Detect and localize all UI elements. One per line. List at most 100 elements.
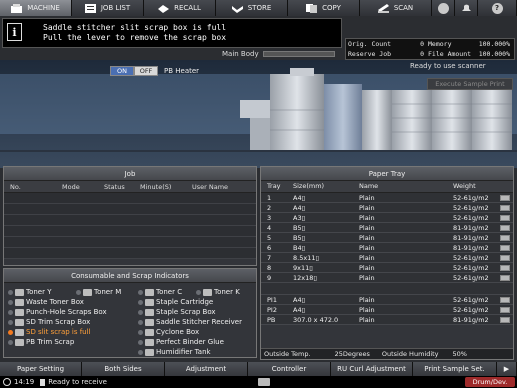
paper-level-icon [500, 195, 510, 201]
tab-recall-label: RECALL [174, 4, 201, 12]
paper-setting-button[interactable]: Paper Setting [0, 362, 82, 376]
job-row[interactable] [4, 237, 256, 248]
job-row[interactable] [4, 204, 256, 215]
tray-size: 8.5x11▯ [293, 254, 320, 262]
status-text: Ready to receive [48, 378, 107, 386]
trim-icon [15, 318, 24, 326]
punch-scraps-indicator: Punch-Hole Scraps Box [8, 308, 107, 316]
tab-copy[interactable]: COPY [288, 0, 360, 16]
paper-level-icon [500, 235, 510, 241]
notification-button[interactable] [455, 0, 478, 16]
tab-job-list[interactable]: JOB LIST [72, 0, 144, 16]
tray-row[interactable]: 8 9x11▯ Plain 52-61g/m2 [261, 263, 513, 273]
drum-dev-warning[interactable]: Drum/Dev. [465, 377, 515, 387]
tray-row[interactable]: 1 A4▯ Plain 52-61g/m2 [261, 193, 513, 203]
tray-row[interactable]: 4 B5▯ Plain 81-91g/m2 [261, 223, 513, 233]
tray-paper-name: Plain [359, 306, 375, 314]
tab-job-list-label: JOB LIST [100, 4, 131, 12]
controller-button[interactable]: Controller [248, 362, 331, 376]
tray-size: A3▯ [293, 214, 306, 222]
tray-row[interactable]: 9 12x18▯ Plain 52-61g/m2 [261, 273, 513, 283]
outside-temp-value: 25Degrees [334, 350, 370, 358]
tray-weight: 52-61g/m2 [453, 306, 489, 314]
consumables-panel-title: Consumable and Scrap Indicators [4, 269, 256, 283]
tray-paper-name: Plain [359, 214, 375, 222]
pb-trim-label: PB Trim Scrap [26, 338, 75, 346]
staple-scrap-icon [145, 308, 154, 316]
help-button[interactable]: ? [478, 0, 517, 16]
keyboard-icon[interactable] [258, 378, 270, 386]
toner-icon [145, 288, 154, 296]
tray-paper-name: Plain [359, 254, 375, 262]
outside-humidity-label: Outside Humidity [381, 350, 439, 358]
tab-machine-label: MACHINE [27, 4, 60, 12]
job-panel-title: Job [4, 167, 256, 181]
status-bar: 14:19 Ready to receive Drum/Dev. [0, 376, 517, 388]
staple-scrap-label: Staple Scrap Box [156, 308, 216, 316]
list-icon [84, 3, 96, 13]
status-time: 14:19 [14, 378, 35, 386]
execute-sample-print-button[interactable]: Execute Sample Print [427, 78, 513, 90]
tab-machine[interactable]: MACHINE [0, 0, 72, 16]
job-row[interactable] [4, 248, 256, 259]
tray-row[interactable]: 7 8.5x11▯ Plain 52-61g/m2 [261, 253, 513, 263]
tab-store[interactable]: STORE [216, 0, 288, 16]
tray-row[interactable]: 3 A3▯ Plain 52-61g/m2 [261, 213, 513, 223]
next-page-button[interactable]: ▶ [497, 362, 517, 376]
main-body-bar [262, 51, 335, 57]
tray-row[interactable]: PI2 A4▯ Plain 52-61g/m2 [261, 305, 513, 315]
humidifier-label: Humidifier Tank [156, 348, 211, 356]
tray-row[interactable]: 6 B4▯ Plain 81-91g/m2 [261, 243, 513, 253]
tray-size: 307.0 x 472.0 [293, 316, 339, 324]
tray-paper-name: Plain [359, 274, 375, 282]
tray-size: 9x11▯ [293, 264, 313, 272]
adjustment-button[interactable]: Adjustment [165, 362, 248, 376]
job-row[interactable] [4, 193, 256, 204]
orig-count-value: 0 [420, 40, 424, 48]
tray-size: A4▯ [293, 296, 306, 304]
cyclone-box-indicator: Cyclone Box [138, 328, 199, 336]
tray-number: 5 [267, 234, 272, 242]
tray-separator [261, 283, 513, 295]
heater-off-button[interactable]: OFF [134, 66, 158, 76]
outside-temp-label: Outside Temp. [264, 350, 311, 358]
paper-level-icon [500, 225, 510, 231]
waste-toner-icon [15, 298, 24, 306]
binder-glue-indicator: Perfect Binder Glue [138, 338, 224, 346]
sd-trim-indicator: SD Trim Scrap Box [8, 318, 90, 326]
tray-row[interactable]: PI1 A4▯ Plain 52-61g/m2 [261, 295, 513, 305]
sd-slit-scrap-label: SD slit scrap is full [26, 328, 91, 336]
job-col-mode: Mode [62, 182, 80, 191]
toner-k-indicator: Toner K [196, 288, 240, 296]
tray-weight: 81-91g/m2 [453, 244, 489, 252]
tray-weight: 52-61g/m2 [453, 194, 489, 202]
both-sides-button[interactable]: Both Sides [82, 362, 165, 376]
tray-number: PI1 [267, 296, 277, 304]
status-button[interactable] [432, 0, 455, 16]
saddle-receiver-label: Saddle Stitcher Receiver [156, 318, 242, 326]
job-row[interactable] [4, 226, 256, 237]
reserve-job-value: 0 [420, 50, 424, 58]
tray-weight: 52-61g/m2 [453, 204, 489, 212]
print-sample-set-button[interactable]: Print Sample Set. [413, 362, 497, 376]
heater-on-button[interactable]: ON [110, 66, 134, 76]
tab-scan[interactable]: SCAN [360, 0, 432, 16]
staple-cartridge-label: Staple Cartridge [156, 298, 214, 306]
ru-curl-adjustment-button[interactable]: RU Curl Adjustment [331, 362, 413, 376]
tray-size: B4▯ [293, 244, 306, 252]
job-row[interactable] [4, 215, 256, 226]
tray-row[interactable]: 2 A4▯ Plain 52-61g/m2 [261, 203, 513, 213]
job-col-user: User Name [192, 182, 229, 191]
paper-tray-title: Paper Tray [261, 167, 513, 181]
main-body-label: Main Body [222, 50, 259, 58]
job-table-header: No. Mode Status Minute(S) User Name [4, 181, 256, 193]
tab-recall[interactable]: RECALL [144, 0, 216, 16]
tray-row[interactable]: 5 B5▯ Plain 81-91g/m2 [261, 233, 513, 243]
tray-row[interactable]: PB 307.0 x 472.0 Plain 81-91g/m2 [261, 315, 513, 325]
paper-level-icon [500, 265, 510, 271]
job-col-no: No. [10, 182, 21, 191]
machine-icon [11, 3, 23, 13]
job-panel: Job No. Mode Status Minute(S) User Name [3, 166, 257, 266]
humidifier-indicator: Humidifier Tank [138, 348, 211, 356]
reserve-job-label: Reserve Job [348, 50, 392, 58]
